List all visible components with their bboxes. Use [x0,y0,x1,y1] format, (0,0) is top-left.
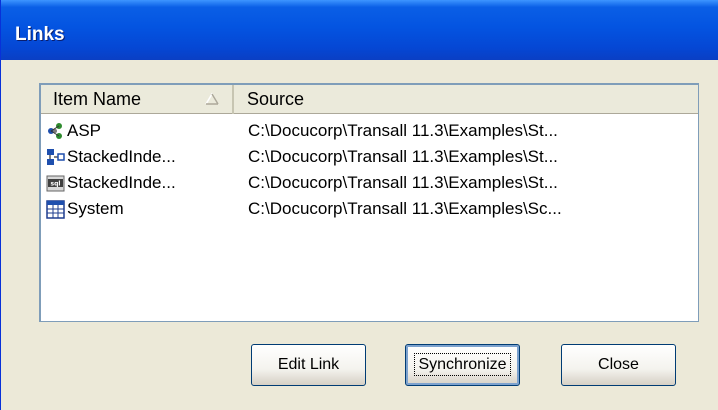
column-header-label: Source [247,89,305,109]
list-header: Item Name Source [41,85,698,114]
links-list[interactable]: Item Name Source ASP C:\Docucorp\Transal… [39,83,699,322]
column-header-label: Item Name [53,89,142,109]
list-item[interactable]: ASP C:\Docucorp\Transall 11.3\Examples\S… [41,118,698,144]
item-name: StackedInde... [67,147,176,166]
window-title: Links [15,24,65,45]
list-item[interactable]: System C:\Docucorp\Transall 11.3\Example… [41,196,698,222]
table-grid-icon [46,200,65,219]
stacked-index-icon [47,149,65,165]
links-dialog: Links Item Name Source ASP C:\Docucorp\T… [0,0,718,410]
item-source: C:\Docucorp\Transall 11.3\Examples\Sc... [248,199,562,218]
item-source: C:\Docucorp\Transall 11.3\Examples\St... [248,173,558,192]
item-source: C:\Docucorp\Transall 11.3\Examples\St... [248,147,558,166]
close-button-label: Close [598,356,639,373]
sort-ascending-icon [205,92,219,105]
edit-link-button-label: Edit Link [277,356,340,373]
item-name: System [67,199,124,218]
title-bar[interactable]: Links [1,0,718,60]
close-button[interactable]: Close [561,344,676,386]
item-name: StackedInde... [67,173,176,192]
item-source: C:\Docucorp\Transall 11.3\Examples\St... [248,121,558,140]
asp-tree-icon [48,123,62,139]
edit-link-button[interactable]: Edit Link [251,344,366,386]
sql-icon-text: sql [51,181,61,188]
list-item[interactable]: StackedInde... C:\Docucorp\Transall 11.3… [41,144,698,170]
item-name: ASP [67,121,102,140]
synchronize-button[interactable]: Synchronize [405,344,520,386]
synchronize-button-label: Synchronize [414,353,511,376]
column-header-item-name[interactable]: Item Name [41,85,234,114]
column-header-source[interactable]: Source [236,85,698,114]
list-item[interactable]: sql StackedInde... C:\Docucorp\Transall … [41,170,698,196]
sql-icon: sql [46,175,65,192]
